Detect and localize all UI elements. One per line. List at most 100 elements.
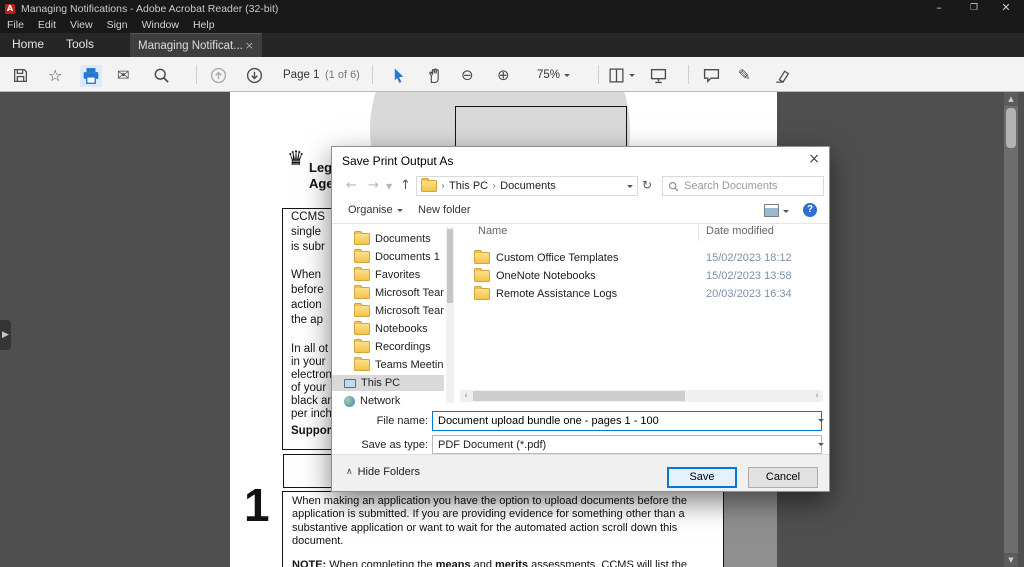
page-line: In all ot: [291, 343, 328, 355]
page-line: of your: [291, 382, 326, 394]
crown-logo-icon: ♛: [287, 146, 305, 170]
menu-view[interactable]: View: [70, 19, 93, 31]
menu-bar: File Edit View Sign Window Help: [0, 17, 1024, 33]
note-bold: merits: [495, 559, 528, 567]
page-line: single: [291, 226, 321, 238]
search-zoom-icon[interactable]: [153, 65, 170, 85]
refresh-icon[interactable]: ↻: [642, 178, 652, 192]
favorites-star-icon[interactable]: ☆: [48, 65, 62, 85]
scrollbar-thumb[interactable]: [473, 391, 685, 401]
zoom-in-icon[interactable]: ⊕: [497, 65, 510, 85]
comment-icon[interactable]: [703, 65, 720, 85]
save-type-dropdown-icon[interactable]: [818, 443, 824, 449]
tab-document[interactable]: Managing Notificat... ×: [130, 33, 262, 57]
page-line: the ap: [291, 314, 323, 326]
tree-item-notebooks[interactable]: Notebooks: [332, 321, 444, 337]
previous-page-icon[interactable]: [210, 65, 227, 85]
tree-item-teams-meeting[interactable]: Teams Meeting F: [332, 357, 444, 373]
select-tool-icon[interactable]: [390, 65, 407, 85]
restore-button[interactable]: ❐: [959, 0, 989, 17]
horizontal-scrollbar[interactable]: ‹ ›: [460, 390, 823, 402]
column-header-name[interactable]: Name: [478, 225, 507, 243]
save-print-output-dialog: Save Print Output As × ← → ▼ ↑ › This PC…: [331, 146, 830, 492]
print-icon[interactable]: [80, 65, 102, 87]
scrollbar-thumb[interactable]: [447, 229, 453, 303]
tree-item-this-pc[interactable]: This PC: [332, 375, 444, 391]
tab-home[interactable]: Home: [12, 37, 44, 51]
close-button[interactable]: ✕: [991, 0, 1021, 17]
tree-item-microsoft-teams[interactable]: Microsoft Teams: [332, 285, 444, 301]
tree-item-documents-1[interactable]: Documents 1: [332, 249, 444, 265]
network-icon: [344, 396, 355, 407]
view-mode-button[interactable]: [764, 204, 789, 217]
forward-icon[interactable]: →: [368, 178, 379, 193]
tree-item-network[interactable]: Network: [332, 393, 444, 409]
scrollbar-thumb[interactable]: [1006, 108, 1016, 148]
address-bar[interactable]: › This PC › Documents: [416, 176, 638, 196]
file-name-input[interactable]: [432, 411, 822, 431]
file-row-onenote-notebooks[interactable]: OneNote Notebooks 15/02/2023 13:58: [460, 267, 824, 284]
file-date: 20/03/2023 16:34: [706, 288, 792, 300]
organise-button[interactable]: Organise: [348, 204, 403, 216]
breadcrumb-documents[interactable]: Documents: [500, 180, 556, 192]
tree-item-documents[interactable]: Documents: [332, 231, 444, 247]
column-header-date-modified[interactable]: Date modified: [706, 225, 774, 243]
tree-item-label: Microsoft Teams: [375, 287, 444, 299]
zoom-out-icon[interactable]: ⊖: [461, 65, 474, 85]
tree-item-label: Documents: [375, 233, 431, 245]
presentation-mode-icon[interactable]: [650, 65, 667, 85]
dialog-close-icon[interactable]: ×: [808, 151, 820, 167]
tab-close-icon[interactable]: ×: [245, 39, 254, 52]
zoom-level-value: 75%: [537, 69, 560, 81]
search-box[interactable]: Search Documents: [662, 176, 824, 196]
address-dropdown-icon[interactable]: [627, 185, 633, 191]
side-panel-expand-handle[interactable]: ▶: [0, 320, 11, 350]
scroll-right-icon[interactable]: ›: [811, 390, 823, 402]
dialog-title-bar: Save Print Output As ×: [332, 147, 829, 173]
page-display-dropdown[interactable]: [608, 65, 635, 85]
tree-scrollbar[interactable]: [446, 227, 454, 403]
search-placeholder: Search Documents: [684, 180, 778, 192]
next-page-icon[interactable]: [246, 65, 263, 85]
folder-icon: [421, 180, 437, 192]
menu-file[interactable]: File: [7, 19, 24, 31]
menu-help[interactable]: Help: [193, 19, 215, 31]
zoom-level-dropdown[interactable]: 75%: [537, 65, 570, 85]
save-button[interactable]: Save: [667, 467, 737, 488]
file-row-custom-office-templates[interactable]: Custom Office Templates 15/02/2023 18:12: [460, 249, 824, 266]
back-icon[interactable]: ←: [346, 178, 357, 193]
tree-item-favorites[interactable]: Favorites: [332, 267, 444, 283]
tab-tools[interactable]: Tools: [66, 37, 94, 51]
save-icon[interactable]: [12, 65, 29, 85]
scroll-up-icon[interactable]: ▲: [1004, 92, 1018, 106]
eraser-icon[interactable]: [773, 65, 790, 85]
page-line: CCMS: [291, 211, 325, 223]
email-icon[interactable]: ✉: [117, 65, 130, 85]
menu-window[interactable]: Window: [142, 19, 179, 31]
scroll-down-icon[interactable]: ▼: [1004, 553, 1018, 567]
dialog-content: Documents Documents 1 Favorites Microsof…: [332, 223, 829, 409]
breadcrumb-this-pc[interactable]: This PC: [449, 180, 488, 192]
page-number-field[interactable]: Page 1: [283, 65, 319, 85]
title-bar: A Managing Notifications - Adobe Acrobat…: [0, 0, 1024, 17]
menu-sign[interactable]: Sign: [107, 19, 128, 31]
nav-history-chevron-icon[interactable]: ▼: [386, 182, 392, 191]
new-folder-button[interactable]: New folder: [418, 204, 471, 216]
tree-item-microsoft-teams-2[interactable]: Microsoft Teams: [332, 303, 444, 319]
minimize-button[interactable]: –: [924, 0, 954, 17]
save-type-select[interactable]: PDF Document (*.pdf): [432, 435, 822, 454]
tree-item-recordings[interactable]: Recordings: [332, 339, 444, 355]
help-icon[interactable]: ?: [803, 203, 817, 217]
hide-folders-button[interactable]: ∧ Hide Folders: [346, 466, 420, 478]
up-icon[interactable]: ↑: [400, 178, 411, 193]
folder-icon: [354, 305, 370, 317]
hand-tool-icon[interactable]: [426, 65, 443, 85]
scroll-left-icon[interactable]: ‹: [460, 390, 472, 402]
highlight-pen-icon[interactable]: ✎: [738, 65, 751, 85]
vertical-scrollbar[interactable]: ▲ ▼: [1004, 92, 1018, 567]
menu-edit[interactable]: Edit: [38, 19, 56, 31]
dialog-title: Save Print Output As: [342, 154, 453, 168]
cancel-button[interactable]: Cancel: [748, 467, 818, 488]
file-name-dropdown-icon[interactable]: [818, 419, 824, 425]
file-row-remote-assistance-logs[interactable]: Remote Assistance Logs 20/03/2023 16:34: [460, 285, 824, 302]
